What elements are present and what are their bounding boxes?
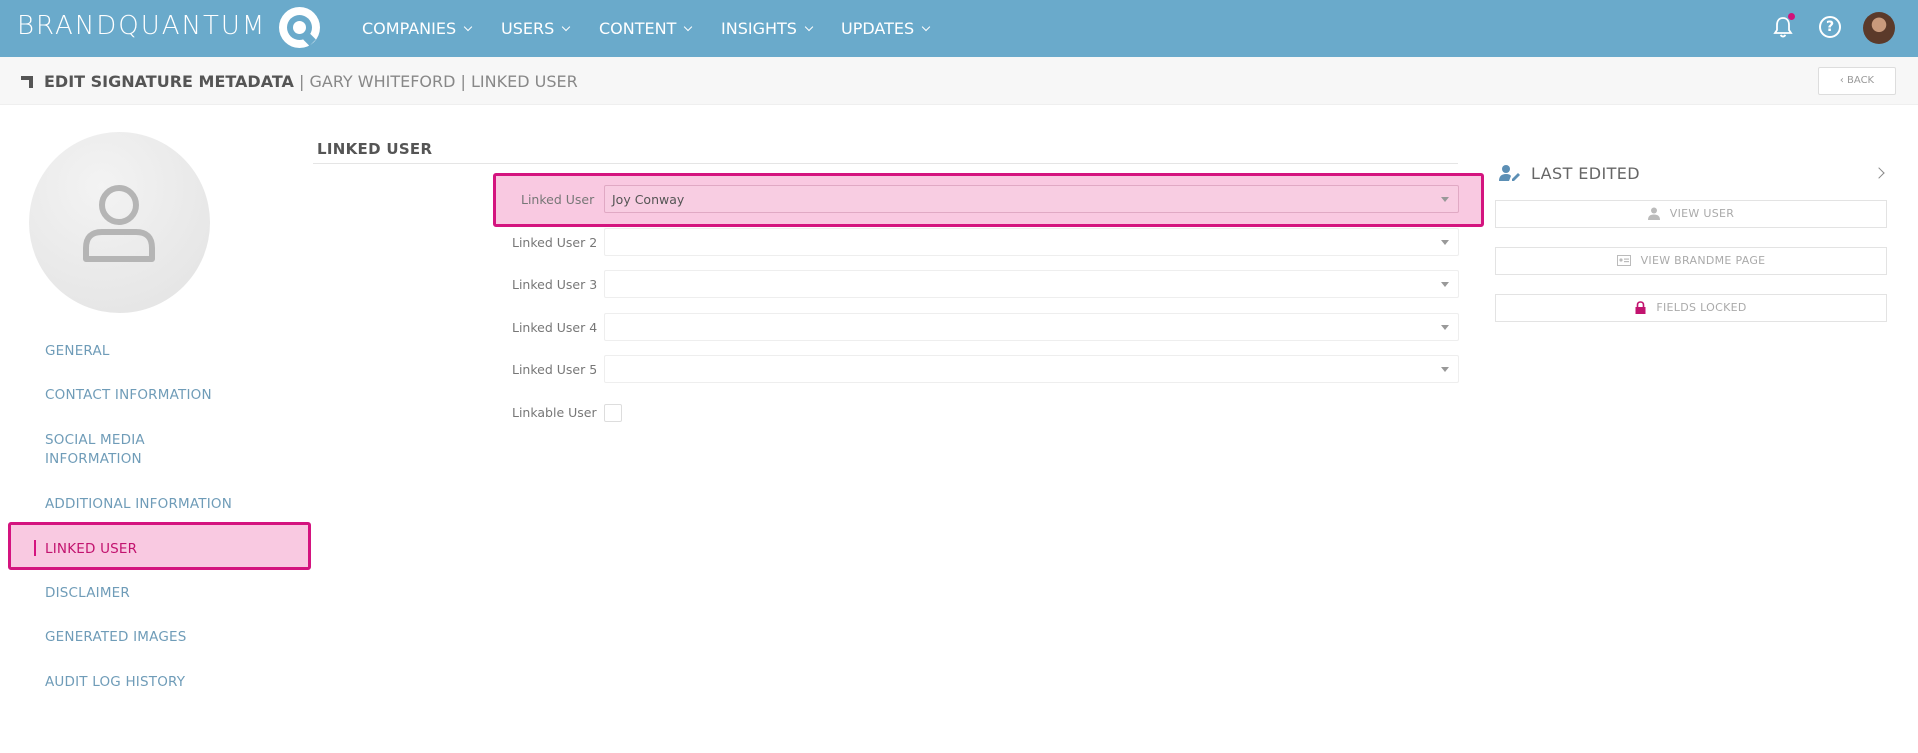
user-icon <box>1647 207 1660 220</box>
view-brandme-page-button[interactable]: VIEW BRANDME PAGE <box>1495 247 1887 275</box>
brand-logo-icon[interactable] <box>279 7 320 48</box>
corner-icon <box>21 76 33 88</box>
dropdown-caret-icon <box>1441 240 1449 245</box>
field-label-linked-user-5: Linked User 5 <box>512 362 598 377</box>
field-label-linked-user-2: Linked User 2 <box>512 235 598 250</box>
chevron-down-icon <box>562 22 571 32</box>
linked-user-2-select[interactable] <box>604 228 1459 256</box>
sidebar-item-contact-information[interactable]: CONTACT INFORMATION <box>45 387 212 403</box>
view-user-button[interactable]: VIEW USER <box>1495 200 1887 228</box>
linkable-user-checkbox[interactable] <box>604 404 622 422</box>
field-label-linked-user-3: Linked User 3 <box>512 277 598 292</box>
linked-user-select[interactable]: Joy Conway <box>604 185 1459 213</box>
dropdown-caret-icon <box>1441 282 1449 287</box>
sidebar-item-social-media-information[interactable]: INFORMATION <box>45 451 142 467</box>
user-edit-icon <box>1499 165 1520 181</box>
chevron-down-icon <box>804 22 814 32</box>
lock-icon <box>1635 300 1646 314</box>
chevron-right-icon[interactable] <box>1873 167 1885 179</box>
section-divider <box>313 163 490 164</box>
chevron-down-icon <box>684 22 693 32</box>
fields-locked-button[interactable]: FIELDS LOCKED <box>1495 294 1887 322</box>
last-edited-title: LAST EDITED <box>1531 164 1640 183</box>
user-avatar[interactable] <box>1863 12 1895 44</box>
user-placeholder-icon <box>83 185 155 262</box>
dropdown-caret-icon <box>1441 325 1449 330</box>
sidebar-item-general[interactable]: GENERAL <box>45 343 110 359</box>
sidebar-item-social-media[interactable]: SOCIAL MEDIA <box>45 432 145 448</box>
field-label-linked-user-4: Linked User 4 <box>512 320 598 335</box>
nav-users[interactable]: USERS <box>501 19 571 38</box>
chevron-down-icon <box>921 22 931 32</box>
sidebar-item-additional-information[interactable]: ADDITIONAL INFORMATION <box>45 496 232 512</box>
page-header: EDIT SIGNATURE METADATA | GARY WHITEFORD… <box>0 57 1918 105</box>
field-label-linked-user: Linked User <box>521 192 595 207</box>
chevron-down-icon <box>463 22 473 32</box>
section-divider <box>490 163 1458 164</box>
linked-user-5-select[interactable] <box>604 355 1459 383</box>
dropdown-caret-icon <box>1441 367 1449 372</box>
brand-name[interactable]: BRANDQUANTUM <box>17 11 266 41</box>
help-icon[interactable]: ? <box>1819 16 1841 38</box>
sidebar-item-disclaimer[interactable]: DISCLAIMER <box>45 585 130 601</box>
back-button[interactable]: ‹ BACK <box>1818 67 1896 95</box>
active-indicator <box>34 540 36 556</box>
profile-picture[interactable] <box>29 132 210 313</box>
sidebar-item-generated-images[interactable]: GENERATED IMAGES <box>45 629 187 645</box>
field-label-linkable-user: Linkable User <box>512 405 597 420</box>
dropdown-caret-icon <box>1441 197 1449 202</box>
linked-user-3-select[interactable] <box>604 270 1459 298</box>
id-card-icon <box>1616 254 1631 266</box>
top-navigation-bar: BRANDQUANTUM COMPANIES USERS CONTENT INS… <box>0 0 1918 57</box>
linked-user-4-select[interactable] <box>604 313 1459 341</box>
sidebar-item-linked-user[interactable]: LINKED USER <box>45 541 137 557</box>
page-title: EDIT SIGNATURE METADATA | GARY WHITEFORD… <box>44 72 578 91</box>
sidebar-item-audit-log-history[interactable]: AUDIT LOG HISTORY <box>45 674 185 690</box>
nav-insights[interactable]: INSIGHTS <box>721 19 814 38</box>
nav-updates[interactable]: UPDATES <box>841 19 931 38</box>
chevron-left-icon: ‹ <box>1839 75 1848 86</box>
nav-companies[interactable]: COMPANIES <box>362 19 473 38</box>
notification-dot <box>1788 13 1795 20</box>
nav-content[interactable]: CONTENT <box>599 19 693 38</box>
section-title: LINKED USER <box>317 140 433 158</box>
